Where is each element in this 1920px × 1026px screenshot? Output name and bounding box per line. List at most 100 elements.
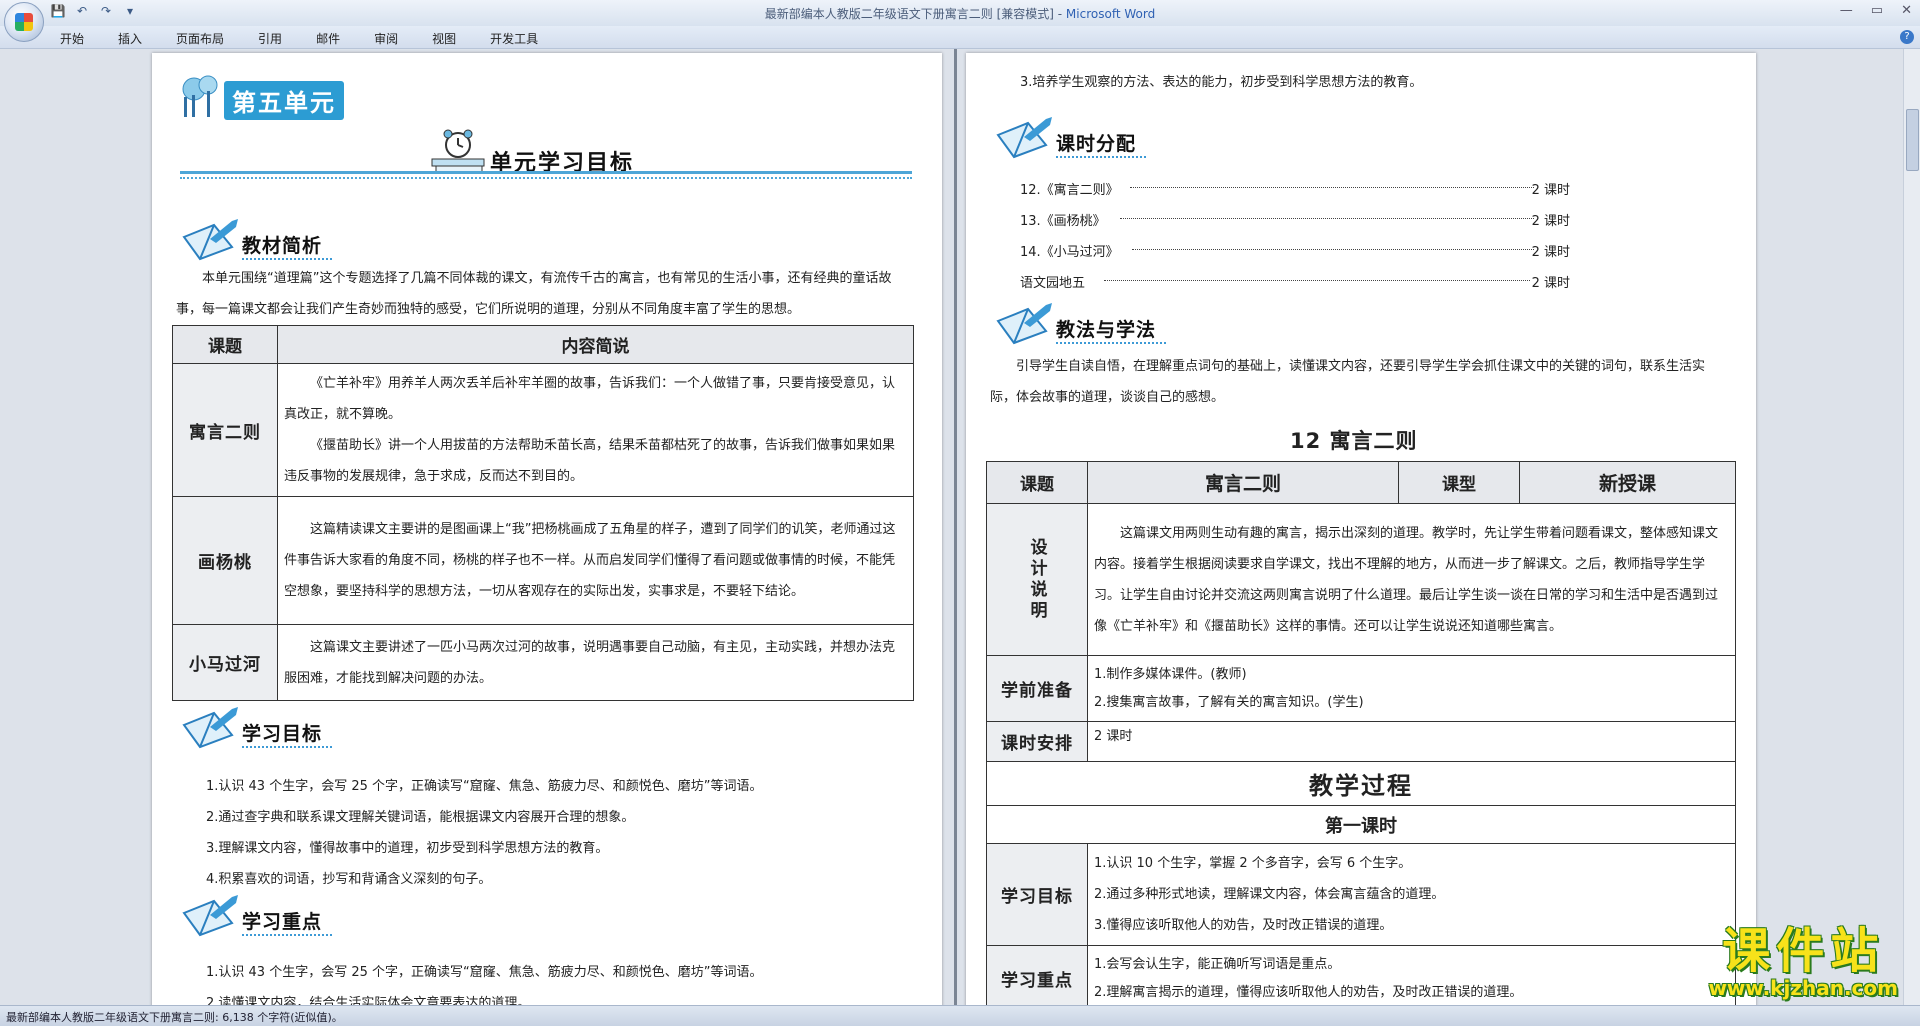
page-separator (954, 49, 957, 1005)
book-arrow-icon (182, 707, 238, 749)
table-row: 小马过河 这篇课文主要讲述了一匹小马两次过河的故事，说明遇事要自己动脑，有主见，… (172, 624, 914, 701)
document-title: 最新部编本人教版二年级语文下册寓言二则 [兼容模式] - (764, 7, 1066, 21)
lesson-plan-table: 课题 寓言二则 课型 新授课 设计说明 这篇课文用两则生动有趣的寓言，揭示出深刻… (986, 461, 1736, 1005)
table-cell: 《亡羊补牢》用养羊人两次丢羊后补牢羊圈的故事，告诉我们：一个人做错了事，只要肯接… (277, 363, 914, 497)
table-row: 学习重点 1.会写会认生字，能正确听写词语是重点。 2.理解寓言揭示的道理，懂得… (986, 945, 1736, 1005)
tab-review[interactable]: 审阅 (374, 30, 416, 47)
close-button[interactable]: ✕ (1901, 3, 1912, 18)
process-heading: 教学过程 (986, 761, 1736, 806)
cell-line: 2.理解寓言揭示的道理，懂得应该听取他人的劝告，及时改正错误的道理。 (1094, 984, 1523, 1000)
toc-hours: 2 课时 (1531, 183, 1570, 198)
method-paragraph: 引导学生自读自悟，在理解重点词句的基础上，读懂课文内容，还要引导学生学会抓住课文… (990, 359, 1706, 405)
unit-goal-header: 单元学习目标 (180, 123, 912, 183)
toc-hours: 2 课时 (1531, 214, 1570, 229)
cell-paragraph: 《亡羊补牢》用养羊人两次丢羊后补牢羊圈的故事，告诉我们：一个人做错了事，只要肯接… (284, 376, 896, 422)
book-arrow-icon (996, 117, 1052, 159)
document-page-left[interactable]: 第五单元 单元学习目标 教材简析 本单元围绕“道理篇”这个专题选择了几篇不同体裁… (152, 53, 942, 1005)
tab-insert[interactable]: 插入 (118, 30, 160, 47)
divider (180, 177, 912, 181)
tab-view[interactable]: 视图 (432, 30, 474, 47)
table-row: 学习目标 1.认识 10 个生字，掌握 2 个多音字，会写 6 个生字。 2.通… (986, 843, 1736, 946)
maximize-button[interactable]: ▭ (1871, 3, 1883, 18)
table-cell: 这篇课文用两则生动有趣的寓言，揭示出深刻的道理。教学时，先让学生带着问题看课文，… (1087, 503, 1736, 656)
help-icon[interactable]: ? (1900, 30, 1914, 44)
app-name: Microsoft Word (1065, 7, 1156, 21)
row-label: 学前准备 (986, 655, 1088, 722)
tab-home[interactable]: 开始 (60, 30, 102, 47)
table-row: 画杨桃 这篇精读课文主要讲的是图画课上“我”把杨桃画成了五角星的样子，遭到了同学… (172, 496, 914, 625)
toc-leader (1132, 249, 1534, 250)
cell-line: 1.制作多媒体课件。(教师) (1094, 666, 1247, 682)
toc-hours: 2 课时 (1531, 245, 1570, 260)
table-cell: 1.会写会认生字，能正确听写词语是重点。 2.理解寓言揭示的道理，懂得应该听取他… (1087, 945, 1736, 1005)
alarm-clock-books-icon (431, 129, 485, 174)
table-header: 课题 (172, 325, 278, 364)
analysis-paragraph: 本单元围绕“道理篇”这个专题选择了几篇不同体裁的课文，有流传千古的寓言，也有常见… (176, 271, 892, 317)
table-cell: 2 课时 (1087, 721, 1736, 762)
tree-icon (182, 75, 218, 117)
watermark-text: 课件站 (1722, 923, 1885, 979)
cell-line: 2.通过多种形式地读，理解课文内容，体会寓言蕴含的道理。 (1094, 887, 1445, 902)
list-item: 2.通过查字典和联系课文理解关键词语，能根据课文内容展开合理的想象。 (206, 810, 635, 825)
toc-leader (1104, 280, 1530, 281)
status-bar: 最新部编本人教版二年级语文下册寓言二则: 6,138 个字符(近似值)。 (0, 1005, 1920, 1026)
lesson-summary-table: 课题 内容简说 寓言二则 《亡羊补牢》用养羊人两次丢羊后补牢羊圈的故事，告诉我们… (172, 325, 914, 701)
office-logo-icon (15, 13, 33, 31)
row-label: 学习目标 (986, 843, 1088, 946)
tab-page-layout[interactable]: 页面布局 (176, 30, 242, 47)
cell-line: 3.懂得应该听取他人的劝告，及时改正错误的道理。 (1094, 918, 1393, 933)
list-item: 1.认识 43 个生字，会写 25 个字，正确读写“窟窿、焦急、筋疲力尽、和颜悦… (206, 779, 763, 794)
toc-name: 14.《小马过河》 (1020, 245, 1119, 260)
cell-paragraph: 《揠苗助长》讲一个人用拔苗的方法帮助禾苗长高，结果禾苗都枯死了的故事，告诉我们做… (284, 438, 896, 484)
section-title: 教材简析 (242, 231, 333, 260)
tab-mailings[interactable]: 邮件 (316, 30, 358, 47)
row-label: 学习重点 (986, 945, 1088, 1005)
window-controls: — ▭ ✕ (1840, 3, 1912, 18)
row-label: 画杨桃 (172, 496, 278, 625)
table-row: 教学过程 (986, 761, 1736, 806)
toc-hours: 2 课时 (1531, 276, 1570, 291)
scrollbar-thumb[interactable] (1906, 109, 1919, 171)
title-bar: 💾 ↶ ↷ ▾ 最新部编本人教版二年级语文下册寓言二则 [兼容模式] - Mic… (0, 0, 1920, 42)
toc-name: 13.《画杨桃》 (1020, 214, 1106, 229)
row-label: 小马过河 (172, 624, 278, 701)
tab-developer[interactable]: 开发工具 (490, 30, 556, 47)
cell-line: 1.认识 10 个生字，掌握 2 个多音字，会写 6 个生字。 (1094, 856, 1412, 871)
watermark-url: www.kjzhan.com (1708, 976, 1898, 1000)
table-cell: 这篇精读课文主要讲的是图画课上“我”把杨桃画成了五角星的样子，遭到了同学们的讥笑… (277, 496, 914, 625)
table-cell: 寓言二则 (1087, 461, 1399, 504)
vertical-scrollbar[interactable] (1903, 49, 1920, 1005)
row-label: 寓言二则 (172, 363, 278, 497)
table-row: 寓言二则 《亡羊补牢》用养羊人两次丢羊后补牢羊圈的故事，告诉我们：一个人做错了事… (172, 363, 914, 497)
toc-row: 语文园地五 2 课时 (1020, 272, 1570, 291)
divider (180, 171, 912, 174)
list-item: 1.认识 43 个生字，会写 25 个字，正确读写“窟窿、焦急、筋疲力尽、和颜悦… (206, 965, 763, 980)
table-row: 学前准备 1.制作多媒体课件。(教师) 2.搜集寓言故事，了解有关的寓言知识。(… (986, 655, 1736, 722)
document-page-right[interactable]: 3.培养学生观察的方法、表达的能力，初步受到科学思想方法的教育。 课时分配 12… (966, 53, 1756, 1005)
book-arrow-icon (182, 895, 238, 937)
table-cell: 这篇课文主要讲述了一匹小马两次过河的故事，说明遇事要自己动脑，有主见，主动实践，… (277, 624, 914, 701)
toc-name: 12.《寓言二则》 (1020, 183, 1119, 198)
cell-paragraph: 这篇精读课文主要讲的是图画课上“我”把杨桃画成了五角星的样子，遭到了同学们的讥笑… (284, 522, 896, 599)
ribbon-tabs: 开始 插入 页面布局 引用 邮件 审阅 视图 开发工具 ? (0, 26, 1920, 49)
table-row: 课题 寓言二则 课型 新授课 (986, 461, 1736, 504)
minimize-button[interactable]: — (1840, 3, 1853, 18)
table-row: 设计说明 这篇课文用两则生动有趣的寓言，揭示出深刻的道理。教学时，先让学生带着问… (986, 503, 1736, 656)
office-button[interactable] (4, 2, 44, 42)
table-row: 第一课时 (986, 805, 1736, 844)
cell-line: 2.搜集寓言故事，了解有关的寓言知识。(学生) (1094, 694, 1364, 710)
cell-paragraph: 这篇课文用两则生动有趣的寓言，揭示出深刻的道理。教学时，先让学生带着问题看课文，… (1094, 525, 1719, 634)
table-header: 内容简说 (277, 325, 914, 364)
table-header: 课题 (986, 461, 1088, 504)
unit-title: 第五单元 (224, 81, 344, 120)
table-cell: 1.制作多媒体课件。(教师) 2.搜集寓言故事，了解有关的寓言知识。(学生) (1087, 655, 1736, 722)
row-label: 课时安排 (986, 721, 1088, 762)
toc-row: 13.《画杨桃》 2 课时 (1020, 210, 1570, 229)
tab-references[interactable]: 引用 (258, 30, 300, 47)
section-title: 课时分配 (1056, 129, 1147, 158)
list-item: 3.理解课文内容，懂得故事中的道理，初步受到科学思想方法的教育。 (206, 841, 609, 856)
list-item: 2.读懂课文内容，结合生活实际体会文章要表达的道理。 (206, 996, 531, 1005)
list-item: 4.积累喜欢的词语，抄写和背诵含义深刻的句子。 (206, 872, 492, 887)
lesson-title: 12 寓言二则 (1290, 429, 1418, 453)
list-item: 3.培养学生观察的方法、表达的能力，初步受到科学思想方法的教育。 (1020, 75, 1423, 90)
